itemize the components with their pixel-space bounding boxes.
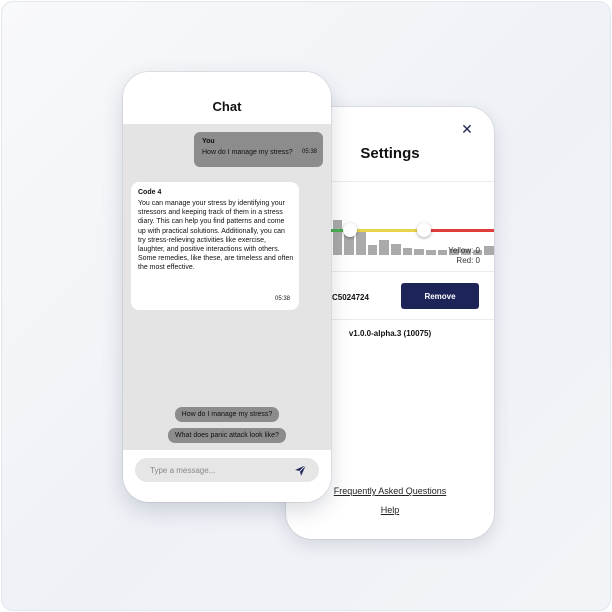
suggestion-chip[interactable]: What does panic attack look like? <box>168 428 286 443</box>
message-sender: You <box>202 138 215 145</box>
remove-button[interactable]: Remove <box>401 283 479 309</box>
histogram-bar <box>437 250 448 255</box>
histogram-bar <box>356 229 366 255</box>
range-yellow-segment <box>350 229 424 232</box>
chat-composer <box>123 450 331 502</box>
chat-message-list: You How do I manage my stress? 05:38 Cod… <box>123 124 331 450</box>
histogram-bar <box>391 243 401 255</box>
histogram-bar <box>402 247 413 255</box>
help-link[interactable]: Help <box>286 505 494 515</box>
message-time: 05:38 <box>301 149 317 155</box>
send-icon[interactable] <box>294 464 307 477</box>
bot-message-bubble: Code 4 You can manage your stress by ide… <box>131 182 299 310</box>
chat-title: Chat <box>212 99 242 114</box>
message-text: You can manage your stress by identifyin… <box>138 200 294 272</box>
background-canvas: ✕ Settings Yellow: 0 Red: 0 C5024724 Rem… <box>1 1 611 611</box>
histogram-bar <box>379 239 389 255</box>
message-input[interactable] <box>135 458 319 482</box>
chat-header: Chat <box>123 72 331 124</box>
range-red-segment <box>424 229 494 232</box>
message-text: How do I manage my stress? <box>202 149 293 156</box>
message-time: 05:38 <box>274 296 290 302</box>
legend-red-count: Red: 0 <box>456 256 480 265</box>
histogram-bar <box>484 246 494 255</box>
close-icon[interactable]: ✕ <box>461 122 473 136</box>
histogram-bar <box>367 245 378 255</box>
chat-screen: Chat You How do I manage my stress? 05:3… <box>123 72 331 502</box>
legend-yellow-count: Yellow: 0 <box>448 246 480 255</box>
range-upper-handle[interactable] <box>417 223 431 237</box>
message-sender: Code 4 <box>138 189 162 196</box>
histogram-bar <box>332 219 343 255</box>
suggestion-chip[interactable]: How do I manage my stress? <box>175 407 279 422</box>
histogram-bar <box>414 248 424 255</box>
histogram-bar <box>426 250 436 255</box>
device-serial: C5024724 <box>332 293 369 302</box>
range-lower-handle[interactable] <box>343 223 357 237</box>
user-message-bubble: You How do I manage my stress? 05:38 <box>194 132 323 167</box>
